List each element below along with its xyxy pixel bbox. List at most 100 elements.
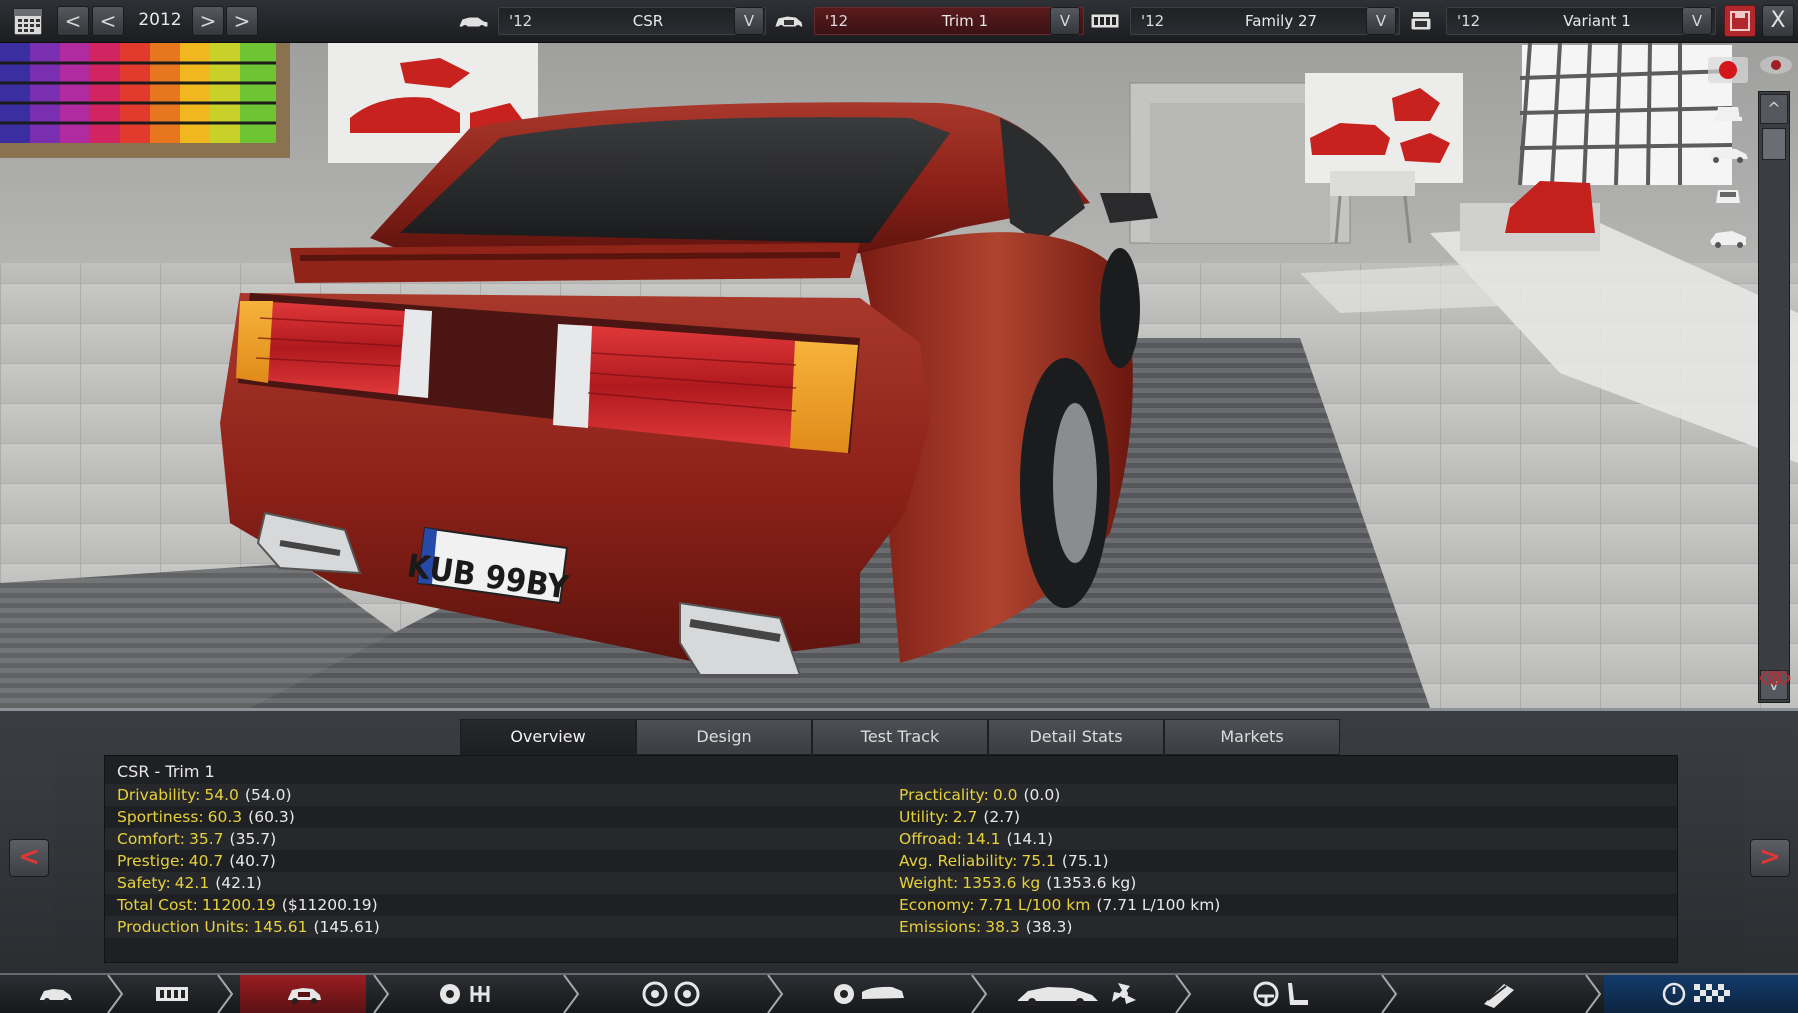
engine-family-icon [1090,13,1120,29]
step-suspension-body[interactable] [790,975,968,1013]
previous-trim-button[interactable]: < [9,839,49,877]
stat-value: 54.0 [204,786,239,804]
car-model-field[interactable]: '12 CSR [498,7,766,35]
engine-variant-name: Variant 1 [1563,12,1631,30]
car-model-icon [40,989,72,1004]
year-next-fast-button[interactable]: > [226,6,258,36]
top-toolbar: < < 2012 > > '12 CSR V '12 Trim 1 V '12 … [0,0,1798,43]
step-car-model[interactable] [0,975,112,1013]
chevron-right-icon [767,975,784,1013]
stat-weight: Weight: 1353.6 kg (1353.6 kg) [899,872,1136,894]
tab-overview[interactable]: Overview [460,719,636,755]
year-prev-button[interactable]: < [92,6,124,36]
stat-value: 40.7 [188,852,224,870]
stat-base: ($11200.19) [281,896,378,914]
stat-label: Offroad: [899,830,962,848]
stat-sportiness: Sportiness: 60.3 (60.3) [117,806,295,828]
stat-base: (42.1) [215,874,262,892]
reset-view-icon[interactable] [1756,663,1794,693]
stat-value: 7.71 L/100 km [978,896,1091,914]
engine-family-field[interactable]: '12 Family 27 [1130,7,1400,35]
stat-emissions: Emissions: 38.3 (38.3) [899,916,1072,938]
engine-variant-field[interactable]: '12 Variant 1 [1446,7,1716,35]
chevron-right-icon [373,975,390,1013]
trim-icon [288,988,321,1004]
stat-value: 145.61 [253,918,308,936]
stat-base: (145.61) [313,918,380,936]
chevron-right-icon [217,975,234,1013]
year-prev-fast-button[interactable]: < [57,6,89,36]
stat-offroad: Offroad: 14.1 (14.1) [899,828,1053,850]
view-side-icon[interactable] [1702,139,1754,169]
chevron-right-icon [1585,975,1602,1013]
stat-base: (38.3) [1025,918,1073,936]
car-model-name: CSR [632,12,664,30]
tab-test-track[interactable]: Test Track [812,719,988,755]
tab-detail-stats[interactable]: Detail Stats [988,719,1164,755]
stat-value: 1353.6 kg [962,874,1041,892]
stat-avg-reliability: Avg. Reliability: 75.1 (75.1) [899,850,1109,872]
chevron-right-icon [1381,975,1398,1013]
engine-family-icon [156,987,188,1001]
stat-base: (40.7) [229,852,276,870]
stat-label: Comfort: [117,830,186,848]
view-three-quarter-icon[interactable] [1702,223,1754,253]
stat-label: Weight: [899,874,959,892]
car-3d-viewport[interactable]: KUB 99BY ^ v [0,43,1798,708]
chevron-right-icon [563,975,580,1013]
stat-base: (1353.6 kg) [1046,874,1137,892]
scroll-thumb[interactable] [1762,128,1786,160]
stat-base: (60.3) [248,808,295,826]
stat-label: Safety: [117,874,171,892]
year-next-button[interactable]: > [192,6,224,36]
car-model-dropdown-button[interactable]: V [734,7,764,35]
tab-markets[interactable]: Markets [1164,719,1340,755]
stat-prestige: Prestige: 40.7 (40.7) [117,850,276,872]
view-front-icon[interactable] [1702,97,1754,127]
view-rear-icon[interactable] [1702,181,1754,211]
wheels-icon [642,981,700,1007]
next-trim-button[interactable]: > [1750,839,1790,877]
step-wheels[interactable] [586,975,764,1013]
eye-icon[interactable] [1758,53,1794,77]
trim-name: Trim 1 [941,12,989,30]
step-test-finish[interactable] [1604,975,1798,1013]
trim-dropdown-button[interactable]: V [1050,7,1080,35]
stat-value: 0.0 [992,786,1018,804]
step-chassis-gearbox[interactable] [396,975,566,1013]
trim-field[interactable]: '12 Trim 1 [814,7,1084,35]
car-model-year: '12 [509,12,533,30]
row-stripe [105,872,1677,894]
step-trim[interactable] [240,975,366,1013]
scroll-up-button[interactable]: ^ [1760,94,1788,124]
engine-family-dropdown-button[interactable]: V [1366,7,1396,35]
step-interior[interactable] [1198,975,1378,1013]
camera-view-list [1702,51,1762,261]
calendar-icon[interactable] [12,5,44,37]
stat-safety: Safety: 42.1 (42.1) [117,872,262,894]
close-button[interactable]: X [1762,5,1794,37]
tab-design[interactable]: Design [636,719,812,755]
stat-base: (7.71 L/100 km) [1096,896,1221,914]
design-steps-nav [0,973,1798,1013]
engine-variant-dropdown-button[interactable]: V [1682,7,1712,35]
step-fuel-system[interactable] [1404,975,1584,1013]
step-body-aero[interactable] [994,975,1174,1013]
stat-economy: Economy: 7.71 L/100 km (7.71 L/100 km) [899,894,1220,916]
suspension-body-icon [834,984,904,1004]
camera-zoom-scrollbar[interactable]: ^ v [1758,91,1790,703]
engine-family-year: '12 [1141,12,1165,30]
interior-icon [1253,981,1308,1007]
test-finish-icon [1662,982,1730,1006]
stat-base: (35.7) [229,830,277,848]
stat-comfort: Comfort: 35.7 (35.7) [117,828,276,850]
stat-base: (14.1) [1006,830,1054,848]
save-button[interactable] [1724,5,1756,37]
stat-total-cost: Total Cost: 11200.19 ($11200.19) [117,894,378,916]
stat-practicality: Practicality: 0.0 (0.0) [899,784,1060,806]
stat-label: Economy: [899,896,975,914]
stat-base: (2.7) [983,808,1021,826]
record-icon[interactable] [1702,55,1754,85]
stat-base: (75.1) [1061,852,1109,870]
row-stripe [105,784,1677,806]
